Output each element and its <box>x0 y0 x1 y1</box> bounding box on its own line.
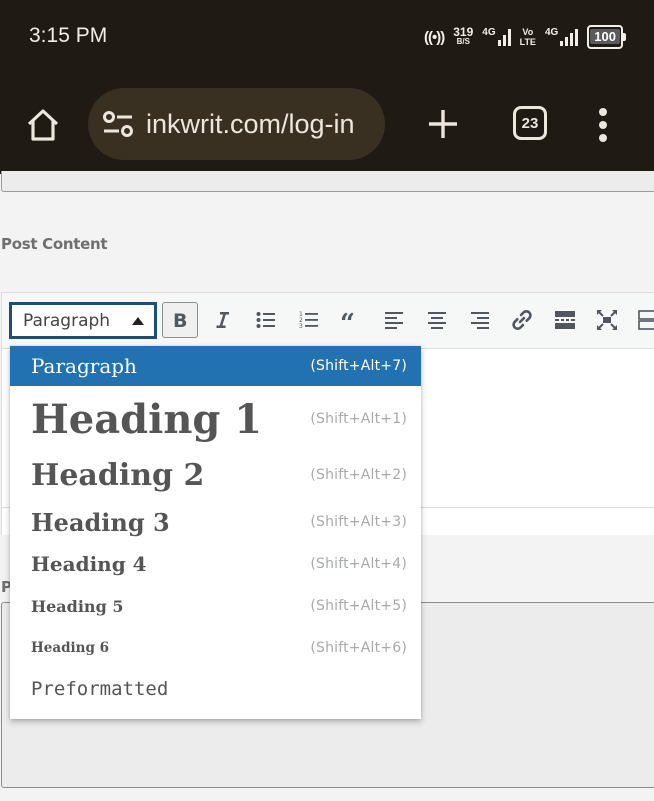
option-label: Paragraph <box>31 354 137 378</box>
option-label: Heading 3 <box>31 507 170 537</box>
network-speed-unit: B/S <box>456 37 470 46</box>
editor-toolbar: Paragraph B 123 “ <box>2 293 654 349</box>
blockquote-button[interactable]: “ <box>333 302 369 338</box>
home-icon <box>27 109 59 141</box>
option-label: Heading 6 <box>31 640 110 656</box>
bold-button[interactable]: B <box>162 302 198 338</box>
url-text[interactable]: inkwrit.com/log-in <box>146 109 355 140</box>
format-option-heading-1[interactable]: Heading 1 (Shift+Alt+1) <box>10 393 421 445</box>
align-left-icon <box>385 312 403 329</box>
format-select[interactable]: Paragraph <box>9 302 157 339</box>
option-label: Heading 5 <box>31 596 124 616</box>
signal-bars-icon <box>560 28 579 46</box>
fullscreen-button[interactable] <box>589 302 625 338</box>
read-more-icon <box>555 311 575 329</box>
italic-button[interactable] <box>205 302 241 338</box>
quote-icon: “ <box>340 309 355 332</box>
format-option-heading-5[interactable]: Heading 5 (Shift+Alt+5) <box>10 589 421 623</box>
sim1-signal: 4G <box>482 27 511 46</box>
sim2-network-type: 4G <box>544 27 559 38</box>
option-shortcut: (Shift+Alt+4) <box>310 556 407 572</box>
format-option-heading-4[interactable]: Heading 4 (Shift+Alt+4) <box>10 546 421 582</box>
browser-toolbar: inkwrit.com/log-in 23 <box>0 78 654 174</box>
more-vert-icon[interactable] <box>592 106 614 144</box>
align-center-button[interactable] <box>419 302 455 338</box>
align-right-button[interactable] <box>462 302 498 338</box>
volte-bottom: LTE <box>519 37 536 47</box>
svg-text:“: “ <box>340 309 355 332</box>
tab-switcher-button[interactable]: 23 <box>513 106 547 140</box>
status-icons: ((•)) 319 B/S 4G Vo LTE 4G 100 <box>424 23 626 51</box>
signal-bars-icon <box>497 28 511 46</box>
volte-top: Vo <box>522 27 534 37</box>
italic-icon <box>216 312 229 328</box>
tune-icon[interactable] <box>102 110 134 138</box>
svg-text:B: B <box>173 310 187 332</box>
option-shortcut: (Shift+Alt+5) <box>310 598 407 614</box>
numbered-list-button[interactable]: 123 <box>291 302 327 338</box>
option-shortcut: (Shift+Alt+2) <box>310 467 407 483</box>
align-right-icon <box>471 312 489 329</box>
previous-field-input[interactable] <box>1 171 654 192</box>
sim1-network-type: 4G <box>482 27 496 38</box>
format-option-heading-3[interactable]: Heading 3 (Shift+Alt+3) <box>10 503 421 541</box>
battery-level: 100 <box>590 29 620 44</box>
option-shortcut: (Shift+Alt+1) <box>310 411 407 427</box>
option-label: Heading 4 <box>31 552 147 576</box>
fullscreen-icon <box>597 310 617 330</box>
format-option-heading-2[interactable]: Heading 2 (Shift+Alt+2) <box>10 454 421 496</box>
battery-icon: 100 <box>587 25 626 49</box>
network-speed-value: 319 <box>453 25 474 39</box>
format-option-preformatted[interactable]: Preformatted <box>10 671 421 707</box>
address-bar[interactable]: inkwrit.com/log-in <box>88 88 385 160</box>
option-shortcut: (Shift+Alt+3) <box>310 514 407 530</box>
network-speed: 319 B/S <box>453 25 474 47</box>
bullet-list-icon <box>256 312 275 328</box>
tab-count: 23 <box>521 114 539 132</box>
sim2-signal: 4G <box>544 27 579 46</box>
insert-link-button[interactable] <box>504 302 540 338</box>
option-label: Preformatted <box>31 678 169 700</box>
caret-up-icon <box>132 317 144 325</box>
svg-text:3: 3 <box>299 323 303 330</box>
read-more-button[interactable] <box>547 302 583 338</box>
option-label: Heading 2 <box>31 457 205 493</box>
clock: 3:15 PM <box>29 24 108 47</box>
align-center-icon <box>428 312 446 329</box>
format-option-heading-6[interactable]: Heading 6 (Shift+Alt+6) <box>10 631 421 665</box>
format-dropdown-menu: Paragraph (Shift+Alt+7) Heading 1 (Shift… <box>10 346 421 719</box>
align-left-button[interactable] <box>376 302 412 338</box>
option-shortcut: (Shift+Alt+6) <box>310 640 407 656</box>
format-select-value: Paragraph <box>23 310 111 331</box>
volte-indicator: Vo LTE <box>520 27 536 47</box>
format-option-paragraph[interactable]: Paragraph (Shift+Alt+7) <box>10 346 421 386</box>
link-icon <box>512 310 532 330</box>
status-bar: 3:15 PM ((•)) 319 B/S 4G Vo LTE 4G 100 <box>0 0 654 78</box>
bold-icon: B <box>173 310 187 332</box>
bullet-list-button[interactable] <box>248 302 284 338</box>
post-content-label: Post Content <box>1 235 108 253</box>
option-shortcut: (Shift+Alt+7) <box>310 358 407 374</box>
toolbar-toggle-button[interactable] <box>632 302 654 338</box>
option-label: Heading 1 <box>31 395 263 443</box>
keyboard-icon <box>638 310 654 330</box>
numbered-list-icon: 123 <box>299 311 318 330</box>
new-tab-button[interactable] <box>424 105 462 143</box>
hotspot-icon: ((•)) <box>424 28 445 46</box>
plus-icon <box>429 110 457 138</box>
home-button[interactable] <box>24 106 62 144</box>
